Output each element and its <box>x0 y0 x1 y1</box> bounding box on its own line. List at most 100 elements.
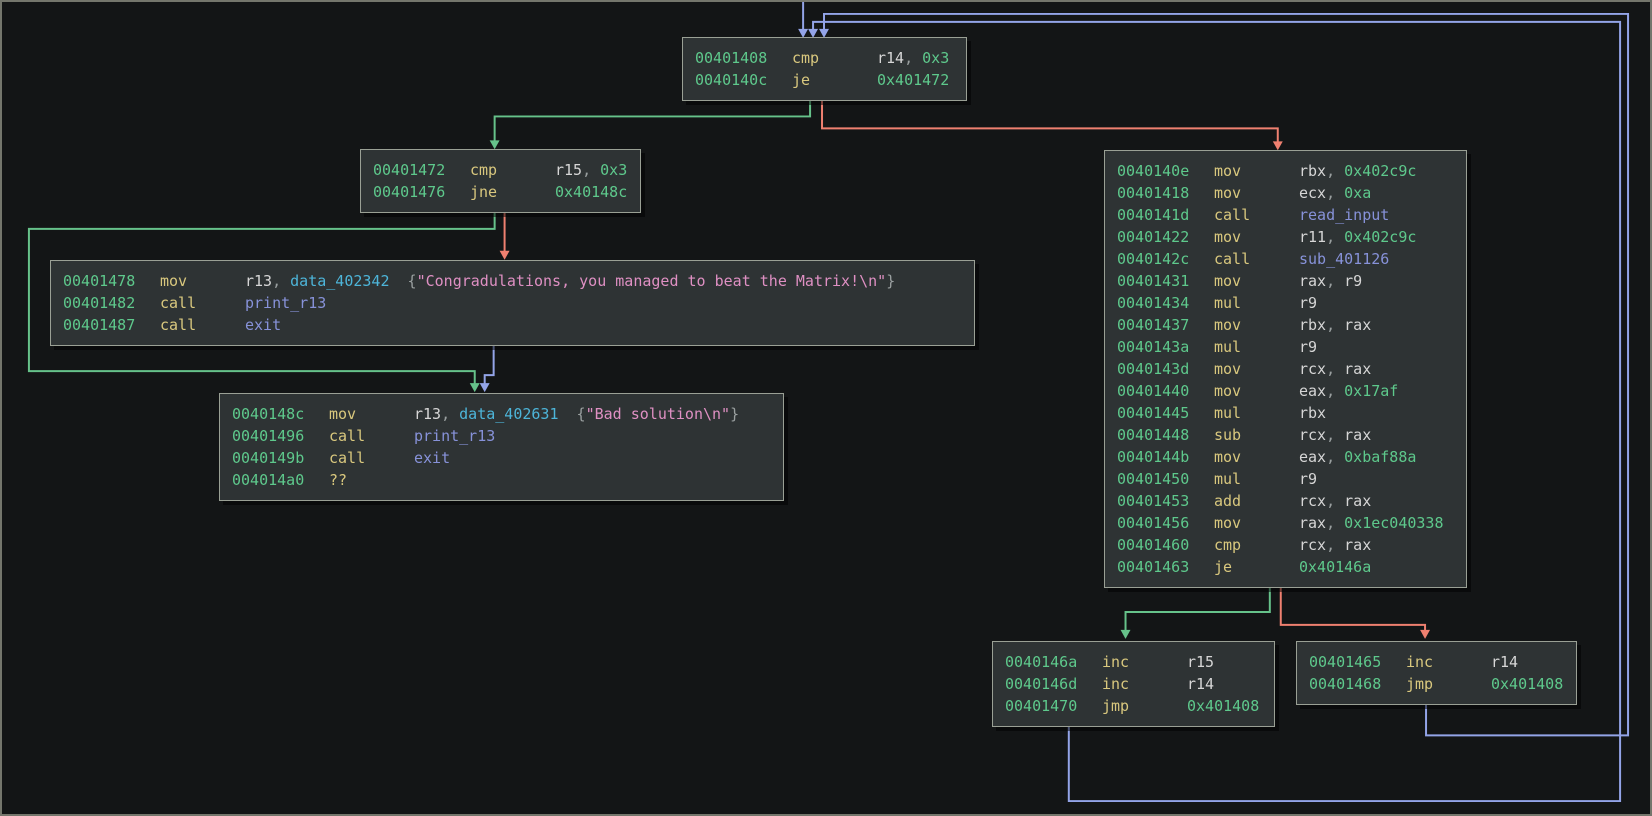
operand-token-pun: , <box>1326 360 1344 378</box>
operand-token-pun: , <box>582 161 600 179</box>
instruction-row[interactable]: 00401478movr13, data_402342 {"Congradula… <box>63 270 962 292</box>
operand-token-str: "Congradulations, you managed to beat th… <box>417 272 887 290</box>
operand-token-data: data_402342 <box>290 272 389 290</box>
instruction-mnemonic: mov <box>1214 226 1299 248</box>
instruction-address: 00401445 <box>1117 402 1214 424</box>
instruction-address: 0040144b <box>1117 446 1214 468</box>
instruction-row[interactable]: 00401431movrax, r9 <box>1117 270 1454 292</box>
instruction-address: 00401478 <box>63 270 160 292</box>
instruction-mnemonic: mul <box>1214 336 1299 358</box>
operand-token-pun: , <box>272 272 290 290</box>
basic-block-0040146a[interactable]: 0040146aincr150040146dincr1400401470jmp0… <box>992 641 1275 727</box>
operand-token-fn: read_input <box>1299 206 1389 224</box>
instruction-mnemonic: mov <box>1214 314 1299 336</box>
instruction-address: 00401437 <box>1117 314 1214 336</box>
instruction-address: 00401496 <box>232 425 329 447</box>
operand-token-pun: , <box>1326 536 1344 554</box>
operand-token-reg: rbx <box>1299 316 1326 334</box>
operand-token-reg: rax <box>1344 316 1371 334</box>
operand-token-reg: eax <box>1299 448 1326 466</box>
instruction-row[interactable]: 0040140cje0x401472 <box>695 69 954 91</box>
operand-token-reg: rbx <box>1299 162 1326 180</box>
instruction-address: 0040146d <box>1005 673 1102 695</box>
instruction-row[interactable]: 00401453addrcx, rax <box>1117 490 1454 512</box>
basic-block-0040148c[interactable]: 0040148cmovr13, data_402631 {"Bad soluti… <box>219 393 784 501</box>
instruction-address: 004014a0 <box>232 469 329 491</box>
instruction-mnemonic: sub <box>1214 424 1299 446</box>
operand-token-reg: rcx <box>1299 536 1326 554</box>
instruction-address: 0040143d <box>1117 358 1214 380</box>
operand-token-num: 0x401408 <box>1187 697 1259 715</box>
instruction-row[interactable]: 00401496callprint_r13 <box>232 425 771 447</box>
instruction-row[interactable]: 00401463je0x40146a <box>1117 556 1454 578</box>
instruction-mnemonic: mov <box>1214 270 1299 292</box>
instruction-row[interactable]: 00401487callexit <box>63 314 962 336</box>
instruction-row[interactable]: 0040143amulr9 <box>1117 336 1454 358</box>
instruction-row[interactable]: 004014a0?? <box>232 469 771 491</box>
operand-token-reg: r15 <box>1187 653 1214 671</box>
instruction-row[interactable]: 0040149bcallexit <box>232 447 771 469</box>
instruction-row[interactable]: 0040144bmoveax, 0xbaf88a <box>1117 446 1454 468</box>
instruction-row[interactable]: 00401476jne0x40148c <box>373 181 628 203</box>
instruction-address: 00401482 <box>63 292 160 314</box>
operand-token-num: 0xbaf88a <box>1344 448 1416 466</box>
operand-token-str: "Bad solution\n" <box>586 405 731 423</box>
instruction-row[interactable]: 00401437movrbx, rax <box>1117 314 1454 336</box>
operand-token-num: 0x401408 <box>1491 675 1563 693</box>
instruction-address: 00401472 <box>373 159 470 181</box>
instruction-address: 00401456 <box>1117 512 1214 534</box>
instruction-row[interactable]: 0040142ccallsub_401126 <box>1117 248 1454 270</box>
basic-block-00401408[interactable]: 00401408cmpr14, 0x30040140cje0x401472 <box>682 37 967 101</box>
instruction-mnemonic: inc <box>1102 673 1187 695</box>
operand-token-reg: r15 <box>555 161 582 179</box>
instruction-row[interactable]: 00401448subrcx, rax <box>1117 424 1454 446</box>
instruction-address: 00401470 <box>1005 695 1102 717</box>
basic-block-00401472[interactable]: 00401472cmpr15, 0x300401476jne0x40148c <box>360 149 641 213</box>
operand-token-pun: , <box>1326 228 1344 246</box>
basic-block-0040140e[interactable]: 0040140emovrbx, 0x402c9c00401418movecx, … <box>1104 150 1467 588</box>
instruction-address: 00401453 <box>1117 490 1214 512</box>
instruction-mnemonic: mov <box>1214 182 1299 204</box>
instruction-row[interactable]: 0040140emovrbx, 0x402c9c <box>1117 160 1454 182</box>
instruction-row[interactable]: 0040146dincr14 <box>1005 673 1262 695</box>
basic-block-00401465[interactable]: 00401465incr1400401468jmp0x401408 <box>1296 641 1577 705</box>
instruction-row[interactable]: 00401456movrax, 0x1ec040338 <box>1117 512 1454 534</box>
instruction-row[interactable]: 00401472cmpr15, 0x3 <box>373 159 628 181</box>
instruction-row[interactable]: 00401450mulr9 <box>1117 468 1454 490</box>
operand-token-num: 0x17af <box>1344 382 1398 400</box>
operand-token-reg: r14 <box>1491 653 1518 671</box>
operand-token-reg: rax <box>1344 426 1371 444</box>
instruction-row[interactable]: 0040143dmovrcx, rax <box>1117 358 1454 380</box>
instruction-row[interactable]: 0040146aincr15 <box>1005 651 1262 673</box>
instruction-mnemonic: call <box>160 314 245 336</box>
instruction-row[interactable]: 00401470jmp0x401408 <box>1005 695 1262 717</box>
instruction-row[interactable]: 00401445mulrbx <box>1117 402 1454 424</box>
instruction-row[interactable]: 00401434mulr9 <box>1117 292 1454 314</box>
instruction-mnemonic: cmp <box>1214 534 1299 556</box>
operand-token-reg: r9 <box>1299 294 1317 312</box>
instruction-mnemonic: mov <box>329 403 414 425</box>
instruction-row[interactable]: 00401482callprint_r13 <box>63 292 962 314</box>
operand-token-fn: exit <box>414 449 450 467</box>
instruction-row[interactable]: 00401440moveax, 0x17af <box>1117 380 1454 402</box>
instruction-mnemonic: mul <box>1214 468 1299 490</box>
instruction-row[interactable]: 00401418movecx, 0xa <box>1117 182 1454 204</box>
instruction-row[interactable]: 0040148cmovr13, data_402631 {"Bad soluti… <box>232 403 771 425</box>
instruction-address: 0040148c <box>232 403 329 425</box>
instruction-address: 0040143a <box>1117 336 1214 358</box>
graph-canvas[interactable]: 00401408cmpr14, 0x30040140cje0x401472004… <box>0 0 1652 816</box>
operand-token-reg: rax <box>1344 492 1371 510</box>
instruction-row[interactable]: 0040141dcallread_input <box>1117 204 1454 226</box>
instruction-row[interactable]: 00401460cmprcx, rax <box>1117 534 1454 556</box>
instruction-row[interactable]: 00401422movr11, 0x402c9c <box>1117 226 1454 248</box>
operand-token-reg: r11 <box>1299 228 1326 246</box>
operand-token-pun: } <box>886 272 895 290</box>
instruction-row[interactable]: 00401468jmp0x401408 <box>1309 673 1564 695</box>
instruction-mnemonic: jmp <box>1102 695 1187 717</box>
instruction-row[interactable]: 00401465incr14 <box>1309 651 1564 673</box>
operand-token-reg: r9 <box>1344 272 1362 290</box>
instruction-mnemonic: mov <box>1214 358 1299 380</box>
instruction-row[interactable]: 00401408cmpr14, 0x3 <box>695 47 954 69</box>
instruction-mnemonic: mul <box>1214 402 1299 424</box>
basic-block-00401478[interactable]: 00401478movr13, data_402342 {"Congradula… <box>50 260 975 346</box>
